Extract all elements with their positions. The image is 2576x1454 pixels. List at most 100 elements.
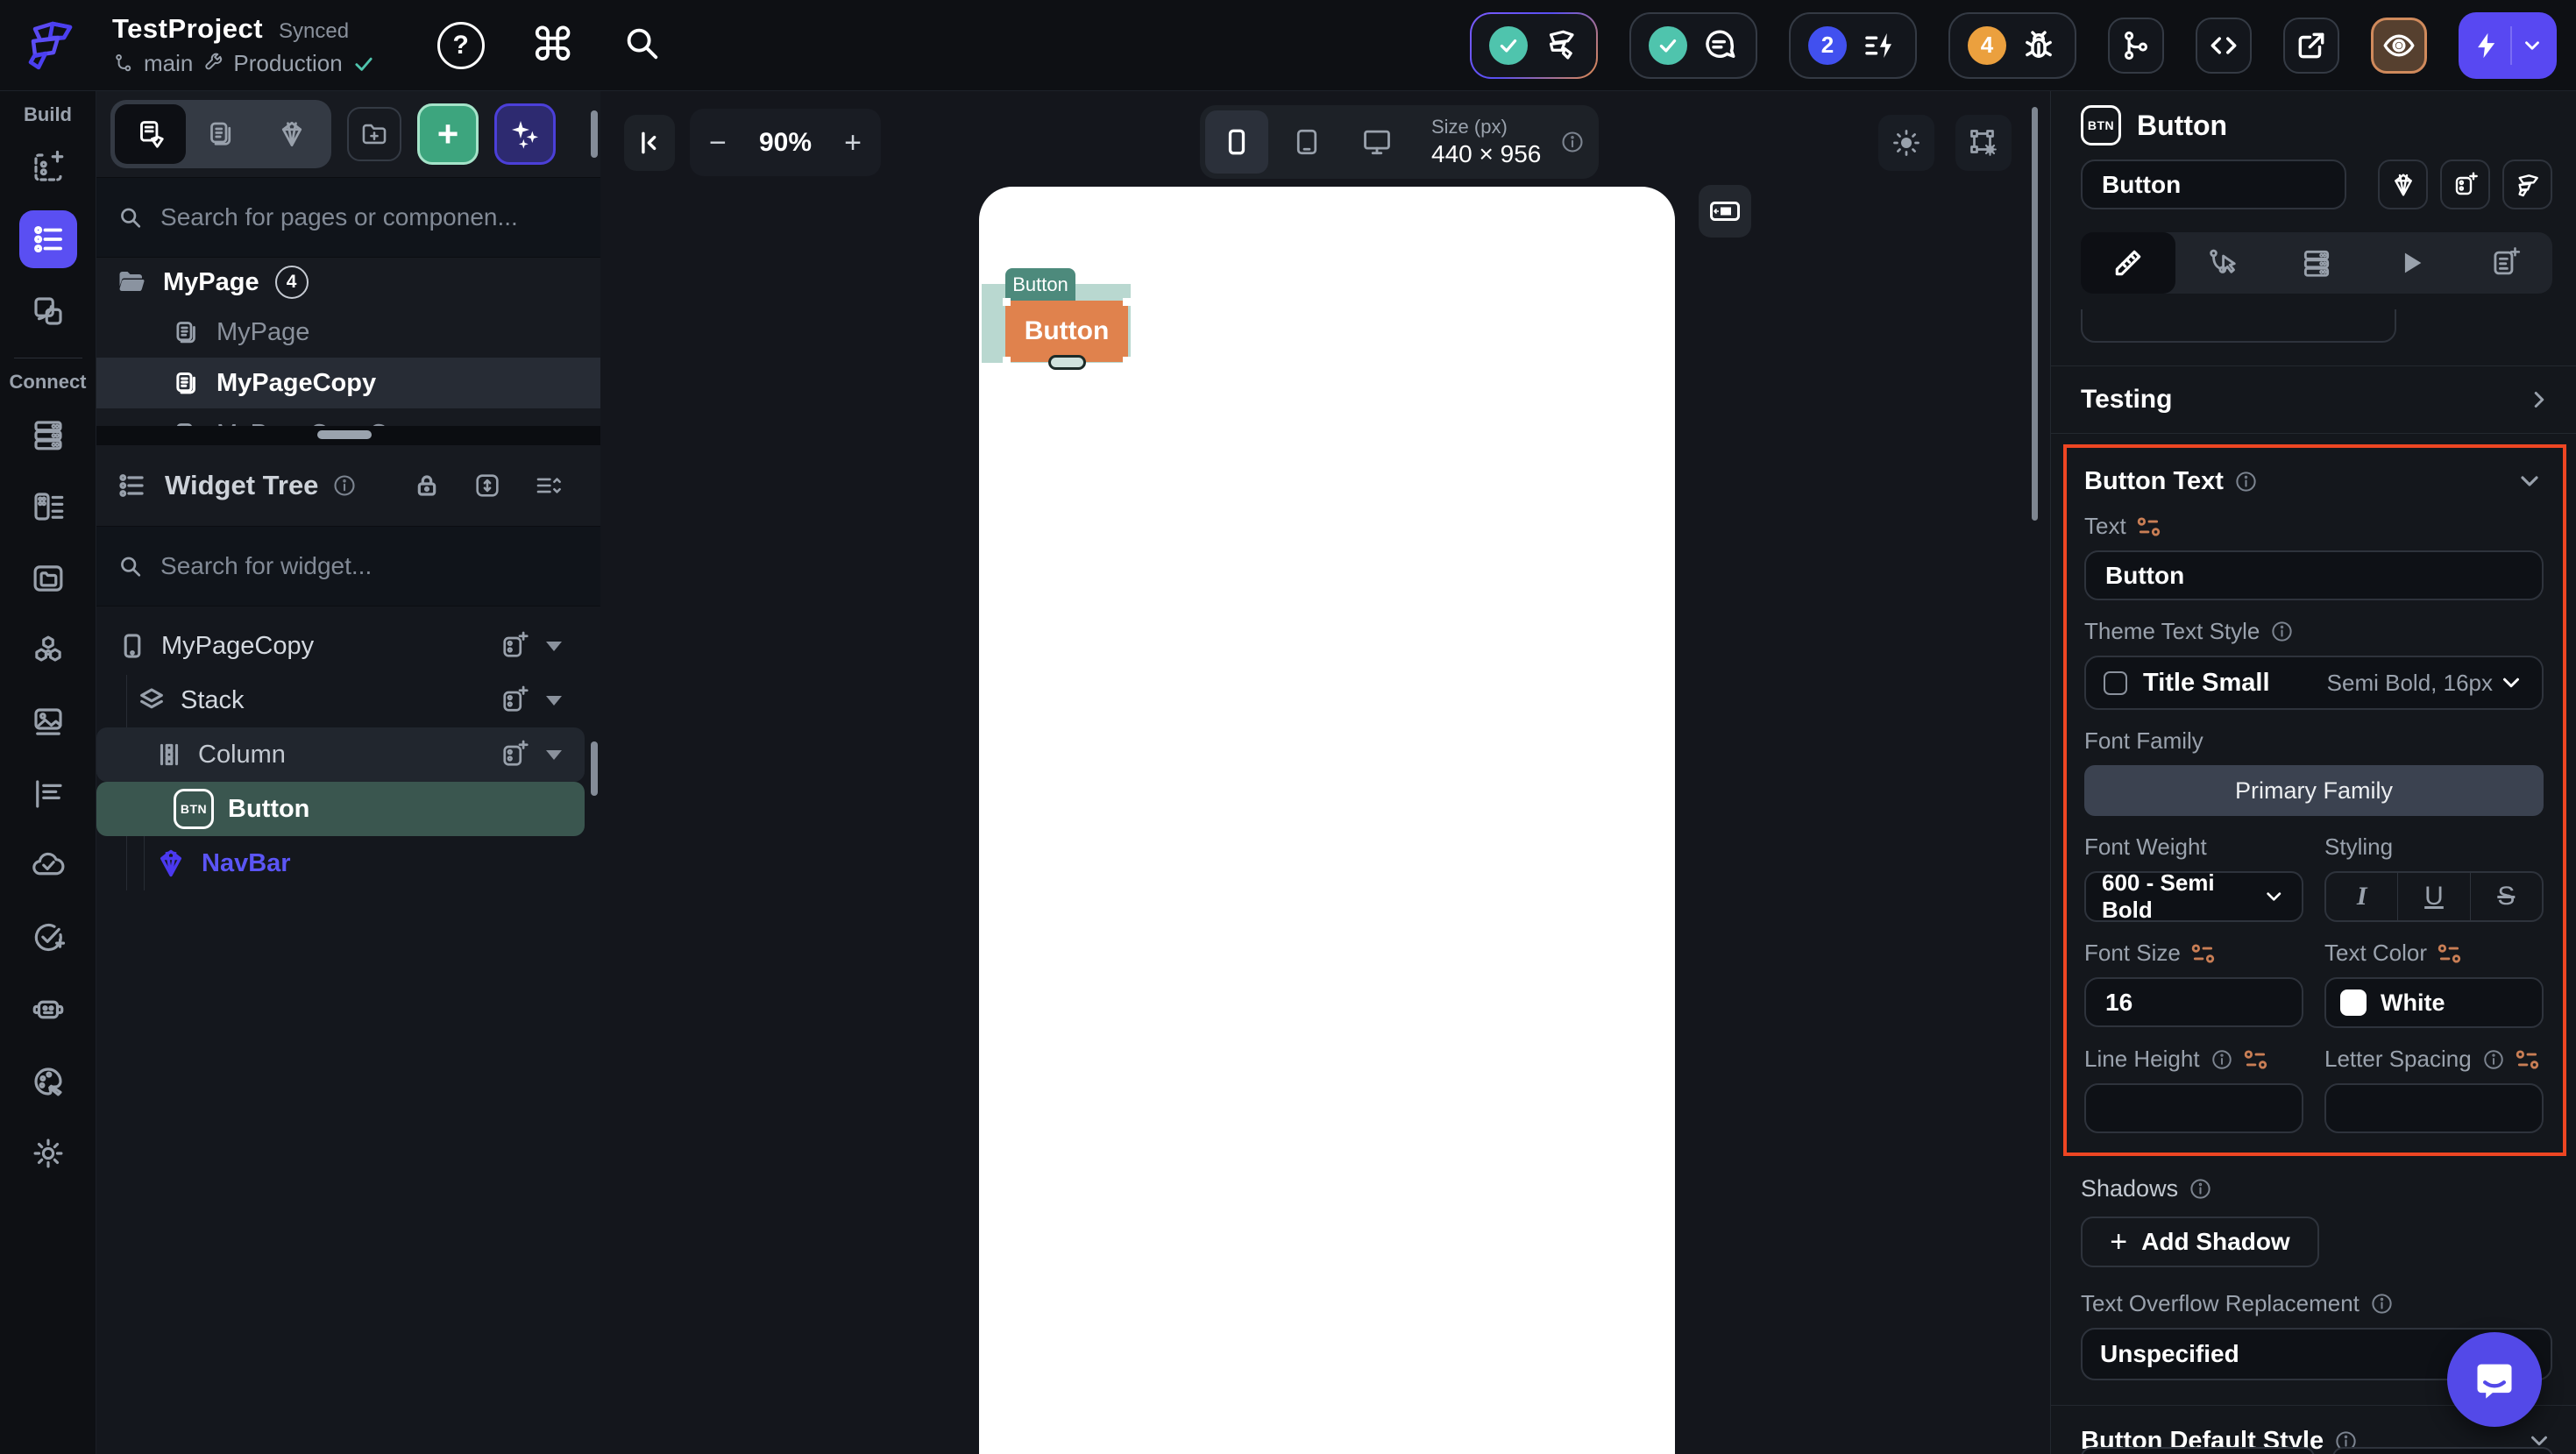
ai-review-pill[interactable] <box>1470 12 1598 79</box>
add-shadow-button[interactable]: + Add Shadow <box>2081 1216 2319 1267</box>
button-text-input[interactable] <box>2084 550 2544 600</box>
lock-icon[interactable] <box>413 472 441 500</box>
rail-api-button[interactable] <box>19 478 77 535</box>
run-button[interactable] <box>2459 11 2557 79</box>
ai-edit-button[interactable] <box>2502 160 2552 209</box>
button-text-section-header[interactable]: Button Text <box>2084 462 2544 500</box>
font-weight-select[interactable]: 600 - Semi Bold <box>2084 869 2303 923</box>
wrap-widget-button[interactable] <box>2440 160 2490 209</box>
device-tablet-button[interactable] <box>1275 110 1338 174</box>
collapse-tree-icon[interactable] <box>534 471 564 500</box>
info-icon[interactable] <box>2370 1292 2394 1316</box>
line-height-input[interactable] <box>2084 1083 2303 1133</box>
tab-pages-and-components[interactable] <box>115 104 186 164</box>
theme-text-style-select[interactable]: Title Small Semi Bold, 16px <box>2084 656 2544 710</box>
device-phone-button[interactable] <box>1205 110 1268 174</box>
tab-documentation[interactable] <box>2458 232 2552 294</box>
info-icon[interactable] <box>2482 1048 2505 1071</box>
underline-toggle[interactable]: U <box>2398 873 2471 920</box>
node-collapse-caret[interactable] <box>546 695 562 706</box>
comments-pill[interactable] <box>1629 11 1757 79</box>
device-desktop-button[interactable] <box>1345 110 1409 174</box>
zoom-out-button[interactable]: − <box>709 128 727 158</box>
search-button[interactable] <box>621 23 662 67</box>
set-from-variable-icon[interactable] <box>2516 1049 2540 1070</box>
widget-tree-info-icon[interactable] <box>332 473 357 498</box>
rail-ai-agents-button[interactable] <box>19 981 77 1039</box>
set-from-variable-icon[interactable] <box>2244 1049 2268 1070</box>
info-icon[interactable] <box>2189 1177 2212 1201</box>
add-page-button[interactable]: + <box>417 103 479 165</box>
light-mode-toggle-button[interactable] <box>1878 115 1934 171</box>
tab-backend-query[interactable] <box>2269 232 2364 294</box>
info-icon[interactable] <box>2211 1048 2233 1071</box>
height-input-clipped[interactable] <box>2332 1447 2553 1454</box>
ai-generate-page-button[interactable] <box>494 103 556 165</box>
rail-theme-button[interactable] <box>19 1053 77 1110</box>
convert-to-component-button[interactable] <box>2378 160 2428 209</box>
rail-settings-button[interactable] <box>19 1124 77 1182</box>
environment-name[interactable]: Production <box>233 50 342 77</box>
info-icon[interactable] <box>2234 470 2258 493</box>
selection-corner-handle[interactable] <box>1123 298 1131 306</box>
open-external-button[interactable] <box>2283 17 2339 74</box>
widget-name-input[interactable] <box>2081 160 2346 209</box>
page-item-mypagecopy[interactable]: MyPageCopy <box>96 358 600 408</box>
tree-node-stack[interactable]: Stack <box>96 673 585 727</box>
selection-corner-handle[interactable] <box>1123 357 1131 365</box>
pages-panel-scrollbar-thumb[interactable] <box>591 110 598 158</box>
rail-cloud-button[interactable] <box>19 837 77 895</box>
chat-support-launcher[interactable] <box>2447 1332 2542 1427</box>
preview-button[interactable] <box>2371 17 2427 74</box>
text-color-picker[interactable]: White <box>2324 977 2544 1028</box>
tree-node-mypagecopy[interactable]: MyPageCopy <box>96 619 585 673</box>
phone-preview-frame[interactable] <box>979 187 1675 1454</box>
widget-tree-scrollbar-thumb[interactable] <box>591 741 598 796</box>
letter-spacing-input[interactable] <box>2324 1083 2544 1133</box>
flutterflow-logo[interactable] <box>0 17 96 74</box>
rail-tests-button[interactable] <box>19 909 77 967</box>
canvas-area[interactable]: − 90% + Size (px) 440 × 956 Button Butto… <box>600 91 2050 1454</box>
canvas-button-widget[interactable]: Button <box>1005 301 1128 362</box>
help-button[interactable]: ? <box>436 21 485 69</box>
widget-search-input[interactable] <box>160 552 579 580</box>
frame-toolbar-toggle-button[interactable] <box>1699 185 1751 238</box>
font-size-input[interactable] <box>2084 977 2303 1027</box>
node-collapse-caret[interactable] <box>546 749 562 760</box>
tab-actions[interactable] <box>2175 232 2270 294</box>
code-view-button[interactable] <box>2196 17 2252 74</box>
font-family-button[interactable]: Primary Family <box>2084 765 2544 816</box>
tree-node-navbar[interactable]: NavBar <box>96 836 585 890</box>
tab-animations[interactable] <box>2364 232 2459 294</box>
strikethrough-toggle[interactable]: S <box>2471 873 2542 920</box>
set-from-variable-icon[interactable] <box>2191 943 2216 964</box>
collapse-panel-button[interactable] <box>624 115 675 171</box>
canvas-scrollbar-thumb[interactable] <box>2032 107 2038 521</box>
pages-list-hscroll-thumb[interactable] <box>317 430 372 439</box>
tab-properties[interactable] <box>2081 232 2175 294</box>
selection-corner-handle[interactable] <box>1003 298 1011 306</box>
selection-corner-handle[interactable] <box>1003 357 1011 365</box>
pages-folder-row[interactable]: MyPage 4 <box>96 258 600 307</box>
resize-handle[interactable] <box>1048 355 1086 370</box>
zoom-in-button[interactable]: + <box>844 128 862 158</box>
rail-files-button[interactable] <box>19 550 77 607</box>
todo-pill[interactable]: 2 <box>1789 11 1917 79</box>
rail-custom-code-button[interactable] <box>19 765 77 823</box>
size-info-icon[interactable] <box>1560 130 1585 154</box>
info-icon[interactable] <box>2270 620 2294 643</box>
pages-search-input[interactable] <box>160 203 579 231</box>
theme-style-checkbox[interactable] <box>2104 670 2127 695</box>
rail-page-selector-button[interactable] <box>18 210 77 268</box>
new-folder-button[interactable] <box>347 107 401 161</box>
add-widget-icon[interactable] <box>499 630 530 662</box>
rail-components-button[interactable] <box>19 282 77 340</box>
branch-manager-button[interactable] <box>2108 17 2164 74</box>
testing-section-header[interactable]: Testing <box>2081 366 2552 433</box>
italic-toggle[interactable]: I <box>2326 873 2399 920</box>
page-item-mypagecopycopy[interactable]: MyPageCopyCopy <box>96 408 600 426</box>
canvas-settings-button[interactable] <box>1955 115 2012 171</box>
run-options-chevron-icon[interactable] <box>2521 34 2544 57</box>
add-widget-icon[interactable] <box>499 684 530 716</box>
rail-media-button[interactable] <box>19 693 77 751</box>
